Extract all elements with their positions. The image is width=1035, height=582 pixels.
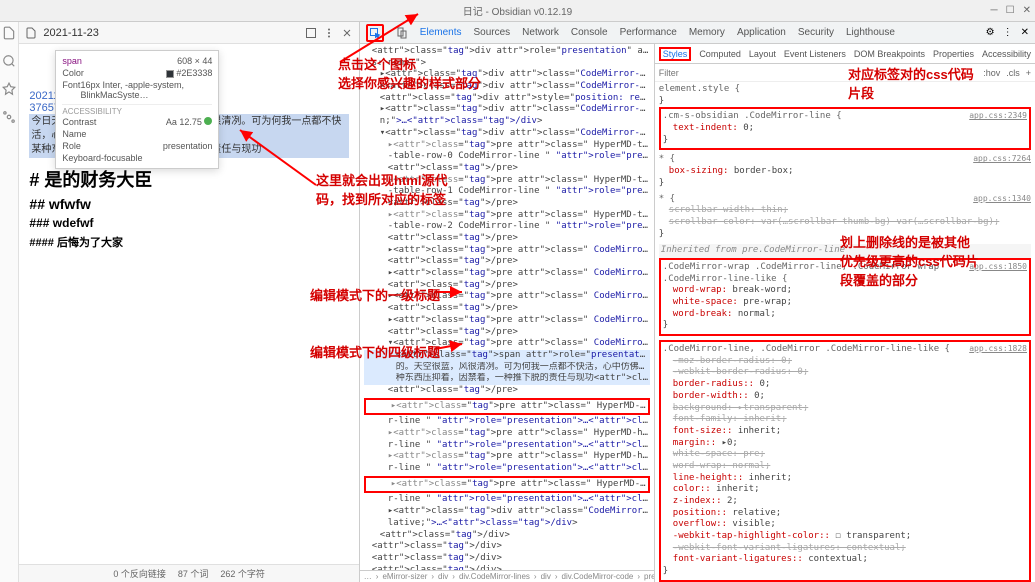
styles-tab-computed[interactable]: Computed — [699, 49, 741, 59]
obsidian-tab-header: 2021-11-23 — [19, 22, 358, 44]
tab-sources[interactable]: Sources — [473, 27, 510, 38]
heading-2: ## wfwfw — [29, 196, 348, 212]
close-tab-icon[interactable] — [341, 27, 353, 39]
styles-filter-input[interactable] — [659, 68, 739, 78]
tab-performance[interactable]: Performance — [620, 27, 677, 38]
search-icon[interactable] — [2, 54, 16, 68]
heading-3: ### wdefwf — [29, 216, 348, 230]
styles-tab-layout[interactable]: Layout — [749, 49, 776, 59]
heading-1: # 是的财务大臣 — [29, 166, 348, 192]
hov-toggle[interactable]: :hov — [983, 68, 1000, 78]
document-icon — [25, 27, 37, 39]
window-title: 日记 - Obsidian v0.12.19 — [463, 3, 573, 18]
styles-rules[interactable]: element.style {}app.css:2349.cm-s-obsidi… — [655, 82, 1035, 582]
obsidian-editor-panel: 2021-11-23 span608 × 44 Color#2E3338 Fon… — [19, 22, 359, 582]
tab-lighthouse[interactable]: Lighthouse — [846, 27, 895, 38]
obsidian-statusbar: 0 个反向链接 87 个词 262 个字符 — [19, 564, 358, 582]
star-icon[interactable] — [2, 82, 16, 96]
tab-elements[interactable]: Elements — [420, 27, 462, 38]
more-vertical-icon[interactable]: ⋮ — [1003, 27, 1013, 38]
preview-icon[interactable] — [305, 27, 317, 39]
styles-tab-properties[interactable]: Properties — [933, 49, 974, 59]
styles-tab-listeners[interactable]: Event Listeners — [784, 49, 846, 59]
more-icon[interactable] — [323, 27, 335, 39]
maximize-icon[interactable]: ☐ — [1006, 5, 1015, 16]
styles-tab-accessibility[interactable]: Accessibility — [982, 49, 1031, 59]
minimize-icon[interactable]: ─ — [991, 5, 998, 16]
styles-sidebar: Styles Computed Layout Event Listeners D… — [654, 44, 1035, 582]
styles-tab-dom[interactable]: DOM Breakpoints — [854, 49, 925, 59]
graph-icon[interactable] — [2, 110, 16, 124]
devtools-panel: Elements Sources Network Console Perform… — [360, 22, 1035, 582]
tab-console[interactable]: Console — [571, 27, 608, 38]
obsidian-toolbar — [0, 22, 19, 582]
tab-memory[interactable]: Memory — [689, 27, 725, 38]
add-rule-icon[interactable]: + — [1026, 68, 1031, 78]
elements-tree[interactable]: <attr">class="tag">div attr">role="prese… — [360, 44, 654, 570]
elements-breadcrumb[interactable]: …›eMirror-sizer›div›div.CodeMirror-lines… — [360, 570, 654, 582]
heading-4: #### 后悔为了大家 — [29, 234, 348, 250]
inspect-element-icon[interactable] — [366, 24, 384, 42]
settings-icon[interactable]: ⚙ — [986, 27, 995, 38]
tab-application[interactable]: Application — [737, 27, 786, 38]
cls-toggle[interactable]: .cls — [1006, 68, 1020, 78]
inspector-tooltip: span608 × 44 Color#2E3338 Font16px Inter… — [55, 50, 219, 169]
tab-network[interactable]: Network — [522, 27, 559, 38]
tab-security[interactable]: Security — [798, 27, 834, 38]
document-title: 2021-11-23 — [43, 27, 298, 39]
devtools-close-icon[interactable]: ✕ — [1021, 27, 1029, 38]
device-toggle-icon[interactable] — [396, 27, 408, 39]
files-icon[interactable] — [2, 26, 16, 40]
close-icon[interactable]: ✕ — [1023, 5, 1031, 16]
styles-tab-styles[interactable]: Styles — [659, 47, 692, 61]
window-titlebar: 日记 - Obsidian v0.12.19 ─ ☐ ✕ — [0, 0, 1035, 22]
devtools-tabs: Elements Sources Network Console Perform… — [360, 22, 1035, 44]
